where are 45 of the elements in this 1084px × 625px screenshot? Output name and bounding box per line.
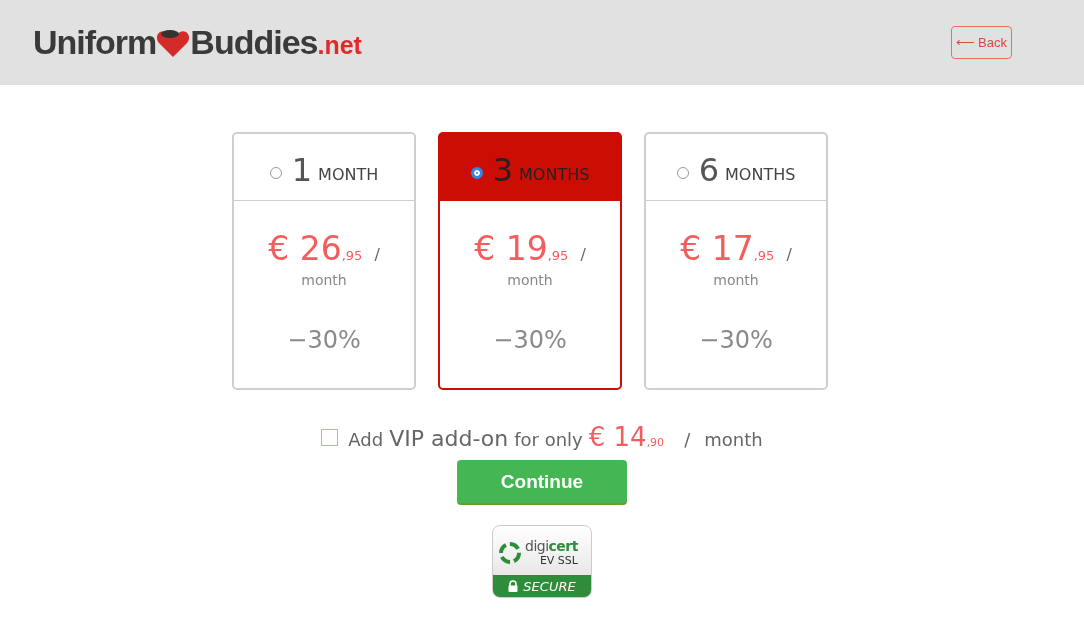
plan-price-cents: ,95	[547, 248, 569, 263]
circular-arrows-icon	[497, 539, 523, 566]
logo-text: Uniform	[33, 23, 157, 62]
badge-brand: digicert	[525, 538, 578, 554]
discount-text: −30%	[698, 326, 774, 354]
plan-card[interactable]: 1 MONTH € 26,95 / month −30%	[232, 132, 416, 390]
plan-unit: MONTHS	[725, 165, 796, 184]
price-period: month	[300, 272, 348, 288]
logo-text: Buddies	[190, 23, 318, 62]
plan-unit: MONTHS	[519, 165, 590, 184]
radio-button[interactable]	[269, 167, 282, 179]
price-slash: /	[684, 429, 691, 450]
addon-name: VIP add-on	[389, 426, 509, 451]
logo-suffix: .net	[317, 31, 362, 60]
addon-checkbox[interactable]	[321, 428, 339, 446]
radio-button[interactable]	[470, 167, 483, 179]
plan-price-cents: ,95	[753, 248, 775, 263]
plan-count: 1	[291, 151, 313, 189]
discount-text: −30%	[286, 326, 362, 354]
price-slash: /	[580, 245, 586, 264]
addon-price-cents: ,90	[646, 436, 665, 449]
badge-secure-text: SECURE	[523, 578, 576, 594]
price-period: month	[712, 272, 760, 288]
back-button[interactable]: ⟵ Back	[951, 26, 1012, 59]
plan-unit: MONTH	[318, 165, 379, 184]
addon-text: for only	[514, 429, 583, 450]
radio-button[interactable]	[676, 167, 689, 179]
price-slash: /	[786, 245, 792, 264]
plan-count: 6	[698, 151, 719, 189]
price-period: month	[506, 272, 554, 288]
plan-price-cents: ,95	[341, 248, 363, 263]
addon-text: Add	[348, 429, 384, 450]
lock-icon	[508, 580, 519, 592]
discount-text: −30%	[492, 326, 568, 354]
addon-price: € 14	[588, 422, 647, 452]
badge-text: EV SSL	[539, 554, 578, 567]
plan-price: € 19	[474, 229, 548, 268]
plan-price: € 17	[680, 229, 754, 268]
plan-price: € 26	[268, 229, 342, 268]
price-slash: /	[374, 245, 380, 264]
plan-card[interactable]: 3 MONTHS € 19,95 / month −30%	[438, 132, 622, 390]
price-period: month	[704, 429, 763, 450]
heart-cap-icon	[156, 27, 191, 58]
plan-count: 3	[492, 151, 513, 189]
plan-card[interactable]: 6 MONTHS € 17,95 / month −30%	[644, 132, 828, 390]
